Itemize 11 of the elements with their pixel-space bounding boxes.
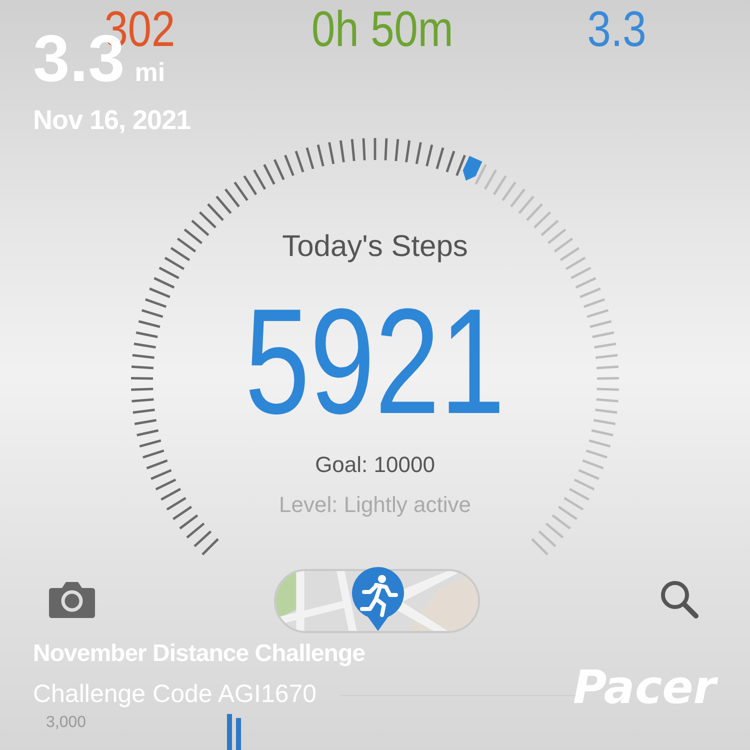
stat-value: 0h 50m (311, 2, 453, 57)
stat-value: 3.3 (587, 2, 646, 57)
camera-icon[interactable] (48, 579, 96, 619)
goal-text: Goal: 10000 (315, 452, 435, 478)
axis-label: 3,000 (46, 714, 86, 732)
steps-title: Today's Steps (282, 230, 468, 264)
activity-level: Level: Lightly active (279, 492, 471, 518)
chart-bars-drawing (227, 714, 243, 750)
step-count: 5921 (244, 286, 506, 436)
progress-marker (462, 156, 482, 181)
search-icon[interactable] (658, 578, 700, 620)
